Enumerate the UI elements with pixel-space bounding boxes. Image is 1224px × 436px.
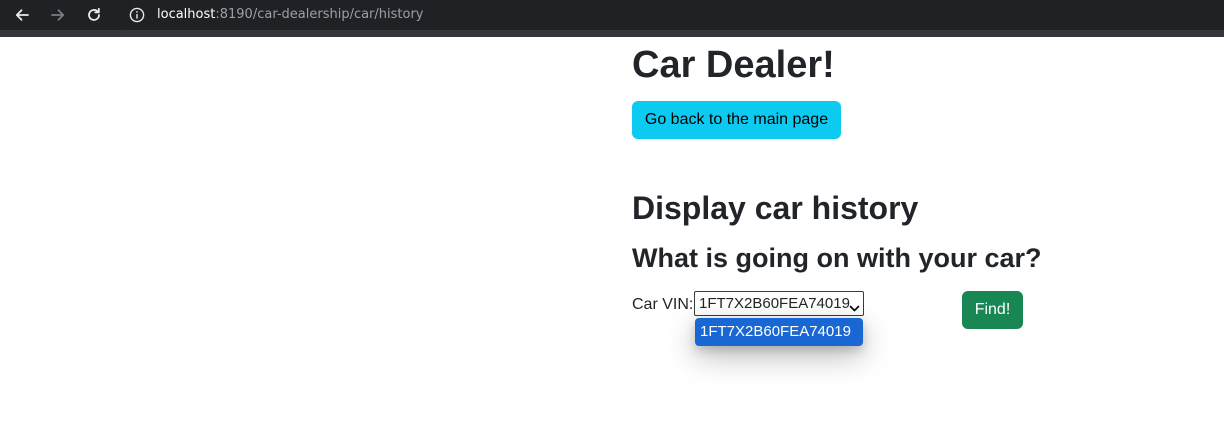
address-bar[interactable]: localhost:8190/car-dealership/car/histor…	[118, 1, 1224, 28]
vin-option[interactable]: 1FT7X2B60FEA74019	[695, 318, 863, 346]
forward-button[interactable]	[47, 4, 69, 26]
info-icon[interactable]	[127, 5, 147, 25]
browser-toolbar: localhost:8190/car-dealership/car/histor…	[0, 0, 1224, 30]
vin-label: Car VIN:	[632, 296, 694, 313]
url-path: :8190/car-dealership/car/history	[215, 7, 424, 22]
url-host: localhost	[157, 7, 216, 22]
vin-select-value: 1FT7X2B60FEA74019	[699, 295, 850, 312]
page-title: Car Dealer!	[632, 44, 835, 86]
browser-toolbar-divider	[0, 30, 1224, 37]
section-subtitle: What is going on with your car?	[632, 243, 1042, 273]
main-page-button[interactable]: Go back to the main page	[632, 101, 841, 139]
section-title: Display car history	[632, 190, 919, 226]
vin-select[interactable]: 1FT7X2B60FEA74019	[694, 291, 864, 316]
forward-arrow-icon	[50, 7, 66, 23]
back-arrow-icon	[14, 7, 30, 23]
url-text: localhost:8190/car-dealership/car/histor…	[157, 6, 424, 23]
reload-icon	[86, 7, 102, 23]
find-button[interactable]: Find!	[962, 291, 1023, 329]
back-button[interactable]	[11, 4, 33, 26]
reload-button[interactable]	[83, 4, 105, 26]
